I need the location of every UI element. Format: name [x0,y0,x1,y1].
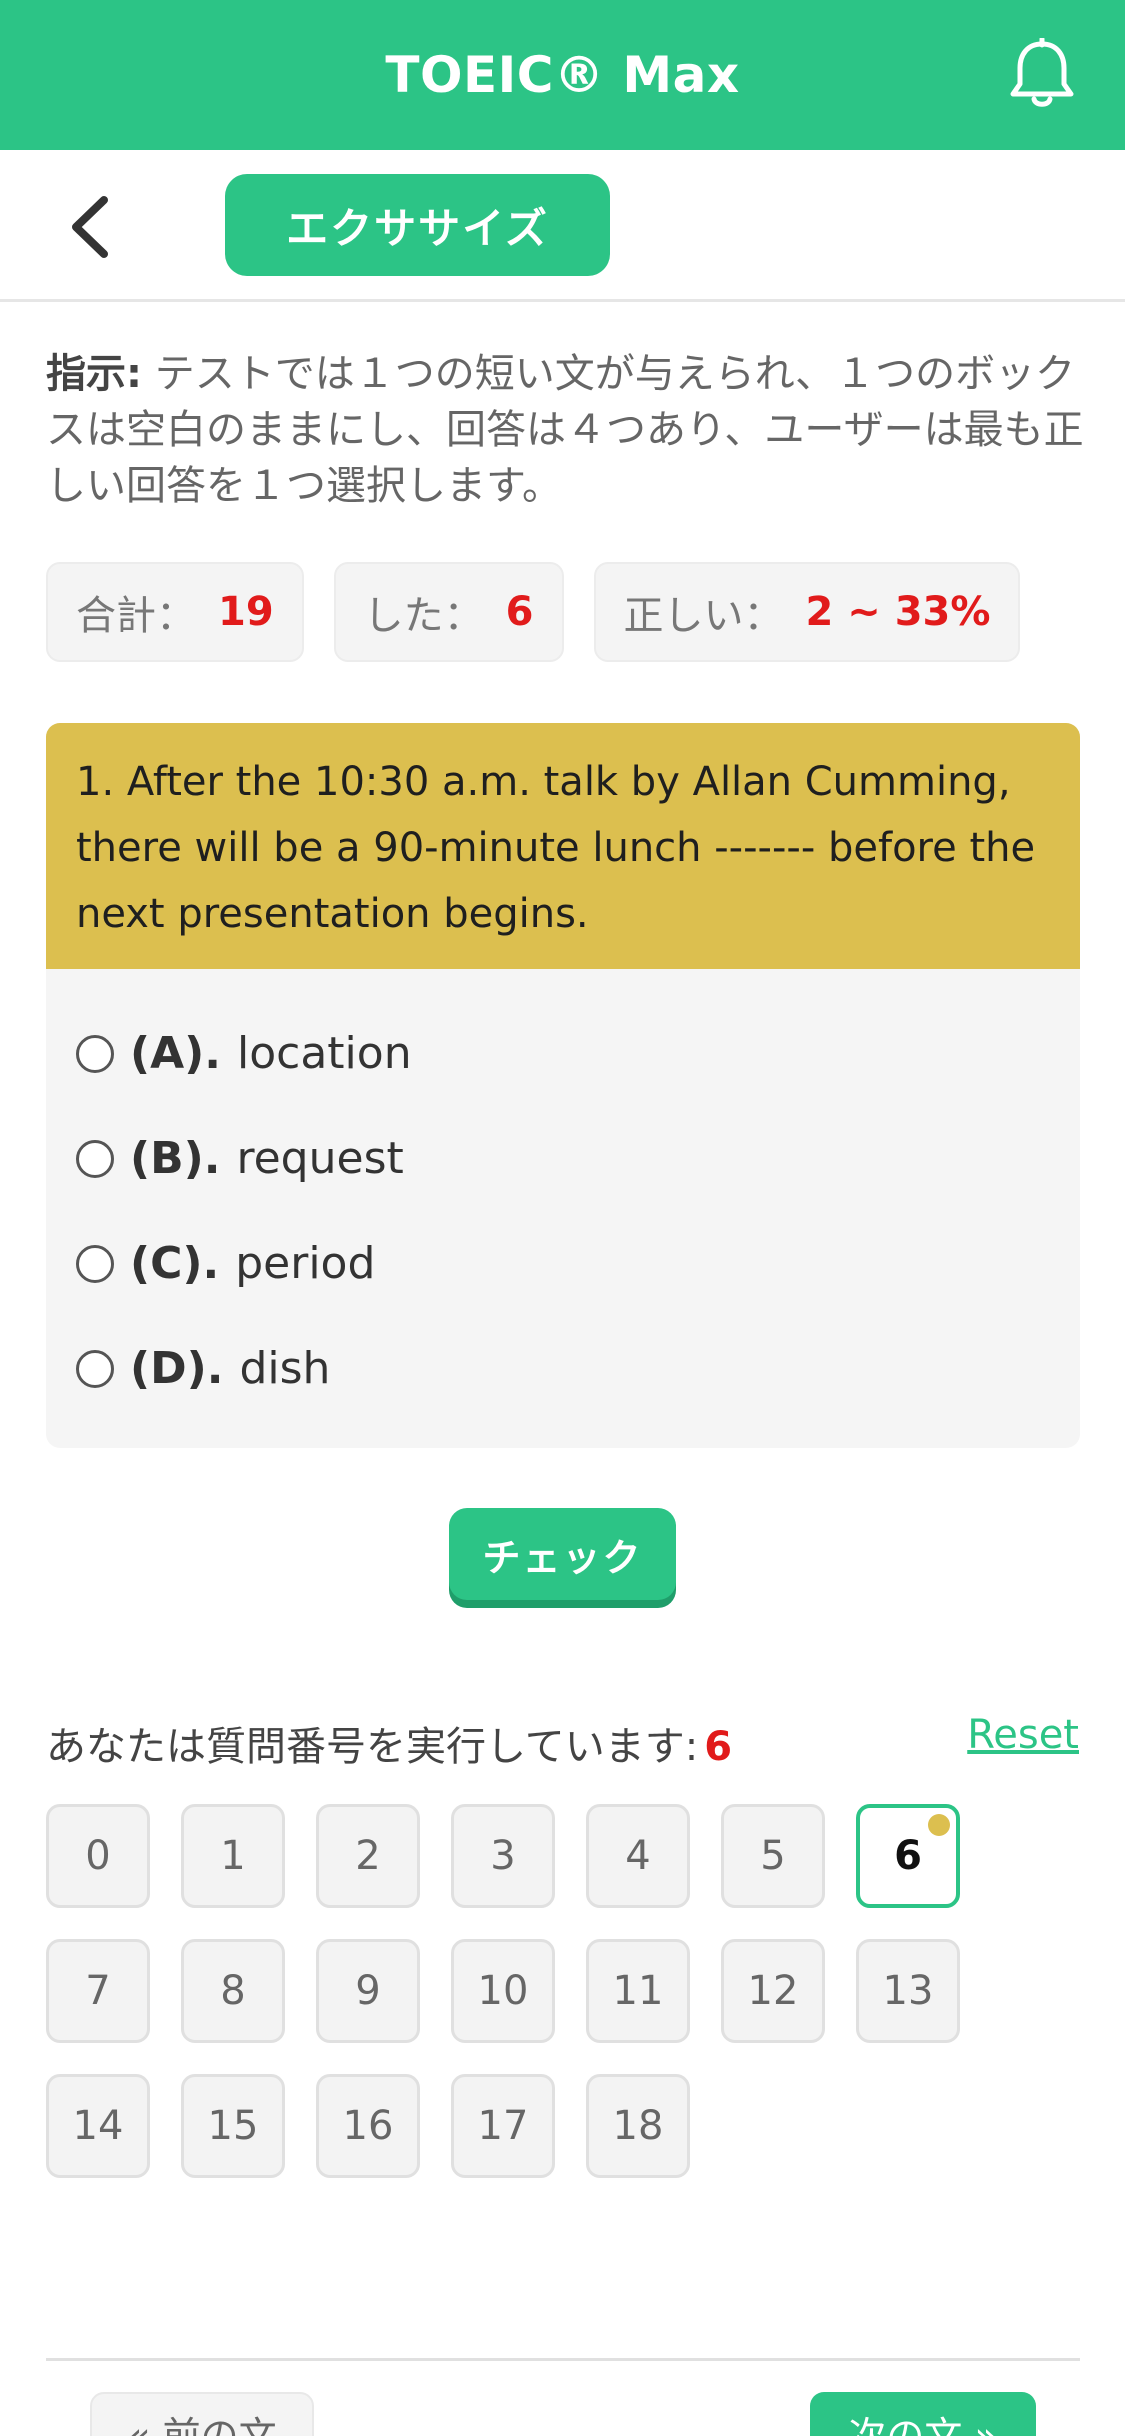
stat-done-label: した： [363,593,484,639]
question-cell-17[interactable]: 17 [451,2074,555,2178]
next-button[interactable]: 次の文 » [810,2392,1036,2436]
option-text: dish [239,1343,331,1394]
question-cell-11[interactable]: 11 [586,1939,690,2043]
stats-bar: 合計： 19 した： 6 正しい： 2 ~ 33% [46,562,1021,662]
previous-button[interactable]: « 前の文 [90,2392,314,2436]
option-b[interactable]: (B). request [46,1106,1080,1211]
option-text: location [237,1028,412,1079]
question-cell-9[interactable]: 9 [316,1939,420,2043]
question-cell-5[interactable]: 5 [721,1804,825,1908]
option-label: (C). [130,1238,220,1289]
check-button[interactable]: チェック [449,1508,676,1600]
question-cell-2[interactable]: 2 [316,1804,420,1908]
question-cell-7[interactable]: 7 [46,1939,150,2043]
current-dot-icon [928,1814,950,1836]
question-cell-16[interactable]: 16 [316,2074,420,2178]
question-card: 1. After the 10:30 a.m. talk by Allan Cu… [46,723,1080,1448]
instructions-label: 指示: [46,351,142,397]
answer-options: (A). location (B). request (C). period (… [46,969,1080,1421]
radio-button[interactable] [76,1244,114,1283]
radio-button[interactable] [76,1139,114,1178]
question-cell-13[interactable]: 13 [856,1939,960,2043]
stat-total-value: 19 [218,589,274,635]
stat-done: した： 6 [333,562,564,662]
instructions: 指示: テストでは１つの短い文が与えられ、１つのボックスは空白のままにし、回答は… [46,346,1086,514]
option-label: (B). [130,1133,221,1184]
footer-divider [46,2358,1080,2361]
stat-total: 合計： 19 [46,562,304,662]
question-cell-18[interactable]: 18 [586,2074,690,2178]
progress-status: あなたは質問番号を実行しています: 6 [46,1714,732,1772]
reset-link[interactable]: Reset [967,1712,1079,1758]
question-cell-10[interactable]: 10 [451,1939,555,2043]
question-cell-4[interactable]: 4 [586,1804,690,1908]
progress-label: あなたは質問番号を実行しています: [46,1724,699,1770]
option-a[interactable]: (A). location [46,1001,1080,1106]
question-cell-1[interactable]: 1 [181,1804,285,1908]
stat-correct: 正しい： 2 ~ 33% [593,562,1021,662]
stat-total-label: 合計： [76,593,196,639]
stat-correct-label: 正しい： [623,593,784,639]
option-d[interactable]: (D). dish [46,1316,1080,1421]
question-cell-12[interactable]: 12 [721,1939,825,2043]
app-header: TOEIC® Max [0,0,1125,150]
option-c[interactable]: (C). period [46,1211,1080,1316]
question-cell-6-current[interactable]: 6 [856,1804,960,1908]
bell-icon[interactable] [1007,36,1077,112]
option-label: (D). [130,1343,224,1394]
sub-toolbar: エクササイズ [0,150,1125,302]
tab-exercise[interactable]: エクササイズ [225,174,610,276]
radio-button[interactable] [76,1349,114,1388]
chevron-left-icon[interactable] [62,192,118,262]
question-cell-15[interactable]: 15 [181,2074,285,2178]
radio-button[interactable] [76,1034,114,1073]
current-question-number: 6 [704,1724,733,1770]
app-title: TOEIC® Max [385,46,740,104]
stat-done-value: 6 [505,589,534,635]
option-label: (A). [130,1028,221,1079]
question-cell-0[interactable]: 0 [46,1804,150,1908]
option-text: period [235,1238,376,1289]
option-text: request [236,1133,404,1184]
question-text: 1. After the 10:30 a.m. talk by Allan Cu… [46,723,1080,969]
instructions-text: テストでは１つの短い文が与えられ、１つのボックスは空白のままにし、回答は４つあり… [46,351,1084,509]
question-cell-8[interactable]: 8 [181,1939,285,2043]
question-cell-3[interactable]: 3 [451,1804,555,1908]
cell-number: 6 [894,1833,922,1879]
stat-correct-value: 2 ~ 33% [805,589,991,635]
question-cell-14[interactable]: 14 [46,2074,150,2178]
